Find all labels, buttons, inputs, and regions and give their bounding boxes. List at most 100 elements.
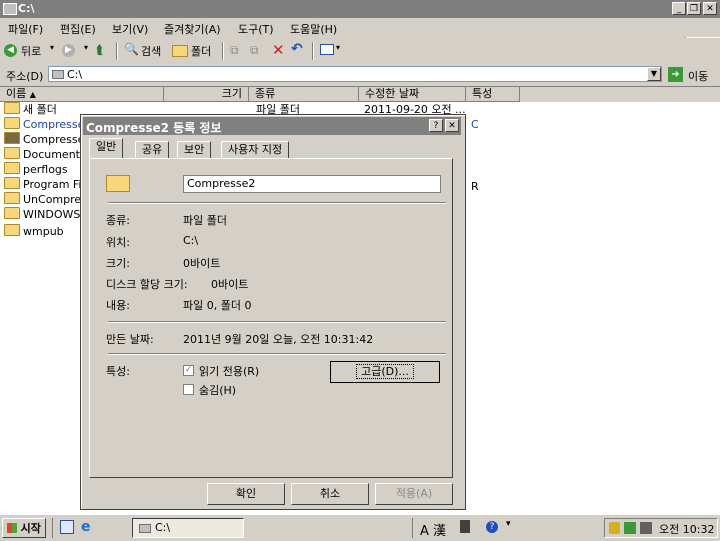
column-date[interactable]: 수정한 날짜 (359, 87, 466, 102)
menu-edit[interactable]: 편집(E) (60, 21, 96, 37)
folder-icon (4, 132, 20, 144)
list-item[interactable]: UnCompres (4, 192, 87, 207)
list-item[interactable]: Documents (4, 147, 86, 162)
search-button[interactable]: 검색 (141, 43, 161, 59)
go-button[interactable]: 이동 (688, 68, 708, 84)
toolbar: ◀ 뒤로 ▾ ▶ ▾ ⮬ 🔍 검색 폴더 ⧉ ⧉ ✕ ↶ ▾ (0, 38, 720, 65)
tray-app-icon[interactable] (640, 522, 652, 534)
security-shield-icon[interactable] (609, 522, 620, 534)
readonly-label[interactable]: 읽기 전용(R) (199, 363, 259, 379)
ime-options-icon[interactable]: ▾ (506, 519, 511, 529)
list-item[interactable]: Compresse (4, 117, 84, 132)
divider (108, 202, 446, 204)
size-value: 0바이트 (183, 257, 221, 270)
address-value: C:\ (67, 68, 83, 81)
tab-security[interactable]: 보안 (177, 141, 212, 158)
restore-button[interactable]: ❐ (687, 2, 701, 15)
dialog-title: Compresse2 등록 정보 (86, 121, 222, 135)
folder-icon (4, 207, 20, 219)
dialog-title-bar: Compresse2 등록 정보 ? ✕ (83, 117, 461, 135)
sort-ascending-icon: ▲ (29, 90, 36, 99)
disk-size-value: 0바이트 (211, 278, 249, 291)
list-item[interactable]: WINDOWS (4, 207, 80, 222)
views-icon[interactable] (320, 44, 334, 55)
folder-icon (4, 147, 20, 159)
forward-dropdown-icon[interactable]: ▾ (84, 43, 88, 52)
drive-icon (52, 70, 64, 79)
dialog-close-button[interactable]: ✕ (445, 119, 459, 132)
taskbar-separator (412, 518, 413, 538)
search-icon[interactable]: 🔍 (124, 42, 139, 56)
menu-favorites[interactable]: 즐겨찾기(A) (164, 21, 221, 37)
column-size[interactable]: 크기 (164, 87, 249, 102)
taskbar: 시작 e C:\ A 漢 ? ▾ 오전 10:32 (0, 514, 720, 541)
back-dropdown-icon[interactable]: ▾ (50, 43, 54, 52)
drive-icon (139, 524, 151, 533)
list-item[interactable]: wmpub (4, 224, 64, 239)
delete-icon[interactable]: ✕ (272, 41, 285, 59)
move-to-icon[interactable]: ⧉ (230, 43, 239, 58)
up-folder-icon[interactable]: ⮬ (96, 43, 104, 58)
advanced-button[interactable]: 고급(D)... (330, 361, 440, 383)
tab-customize[interactable]: 사용자 지정 (221, 141, 290, 158)
hidden-checkbox[interactable] (183, 384, 194, 395)
hidden-label[interactable]: 숨김(H) (199, 382, 236, 398)
column-name[interactable]: 이름 ▲ (0, 87, 164, 102)
start-button[interactable]: 시작 (2, 518, 46, 538)
network-icon[interactable] (624, 522, 636, 534)
system-tray: 오전 10:32 (604, 518, 718, 538)
list-item[interactable]: Program Fil (4, 177, 85, 192)
ime-pad-icon[interactable] (460, 520, 470, 533)
drive-icon (3, 3, 17, 15)
ime-indicator[interactable]: A 漢 (420, 520, 446, 539)
go-arrow-icon[interactable]: ➜ (668, 67, 683, 82)
show-desktop-icon[interactable] (60, 520, 74, 534)
readonly-checkbox[interactable]: ✓ (183, 365, 194, 376)
taskbar-separator (52, 518, 53, 538)
divider (108, 353, 446, 355)
title-bar: C:\ _ ❐ ✕ (0, 0, 720, 18)
menu-file[interactable]: 파일(F) (8, 21, 43, 37)
contents-label: 내용: (106, 299, 130, 312)
list-item[interactable]: Compresse (4, 132, 84, 147)
close-button[interactable]: ✕ (703, 2, 717, 15)
folder-name-input[interactable]: Compresse2 (183, 175, 441, 193)
address-label: 주소(D) (6, 70, 44, 83)
menu-tools[interactable]: 도구(T) (238, 21, 274, 37)
forward-arrow-icon[interactable]: ▶ (62, 44, 75, 57)
type-value: 파일 폴더 (183, 214, 227, 227)
menu-view[interactable]: 보기(V) (112, 21, 148, 37)
address-dropdown-icon[interactable]: ▼ (647, 67, 661, 81)
column-type[interactable]: 종류 (249, 87, 359, 102)
copy-to-icon[interactable]: ⧉ (250, 43, 259, 58)
taskbar-window-button[interactable]: C:\ (132, 518, 244, 538)
back-button[interactable]: 뒤로 (21, 43, 41, 59)
menu-bar: 파일(F) 편집(E) 보기(V) 즐겨찾기(A) 도구(T) 도움말(H) (0, 18, 720, 56)
folder-icon (4, 162, 20, 174)
list-item[interactable]: perflogs (4, 162, 68, 177)
tab-sharing[interactable]: 공유 (135, 141, 170, 158)
created-value: 2011년 9월 20일 오늘, 오전 10:31:42 (183, 333, 374, 346)
folder-icon (4, 102, 20, 114)
column-attributes[interactable]: 특성 (466, 87, 520, 102)
address-input[interactable]: C:\ ▼ (48, 66, 662, 82)
undo-icon[interactable]: ↶ (291, 41, 303, 57)
menu-help[interactable]: 도움말(H) (290, 21, 337, 37)
help-button[interactable]: ? (429, 119, 443, 132)
tab-general[interactable]: 일반 (89, 138, 124, 159)
folders-button[interactable]: 폴더 (191, 43, 211, 59)
apply-button[interactable]: 적용(A) (375, 483, 453, 505)
attributes-label: 특성: (106, 365, 130, 378)
internet-explorer-icon[interactable]: e (81, 519, 91, 535)
cancel-button[interactable]: 취소 (291, 483, 369, 505)
folders-icon[interactable] (172, 45, 188, 57)
back-arrow-icon[interactable]: ◀ (4, 44, 17, 57)
folder-icon (106, 175, 130, 192)
contents-value: 파일 0, 폴더 0 (183, 299, 252, 312)
views-dropdown-icon[interactable]: ▾ (336, 43, 340, 52)
minimize-button[interactable]: _ (672, 2, 686, 15)
toolbar-separator (116, 42, 118, 60)
ok-button[interactable]: 확인 (207, 483, 285, 505)
help-icon[interactable]: ? (486, 521, 498, 533)
type-label: 종류: (106, 214, 130, 227)
